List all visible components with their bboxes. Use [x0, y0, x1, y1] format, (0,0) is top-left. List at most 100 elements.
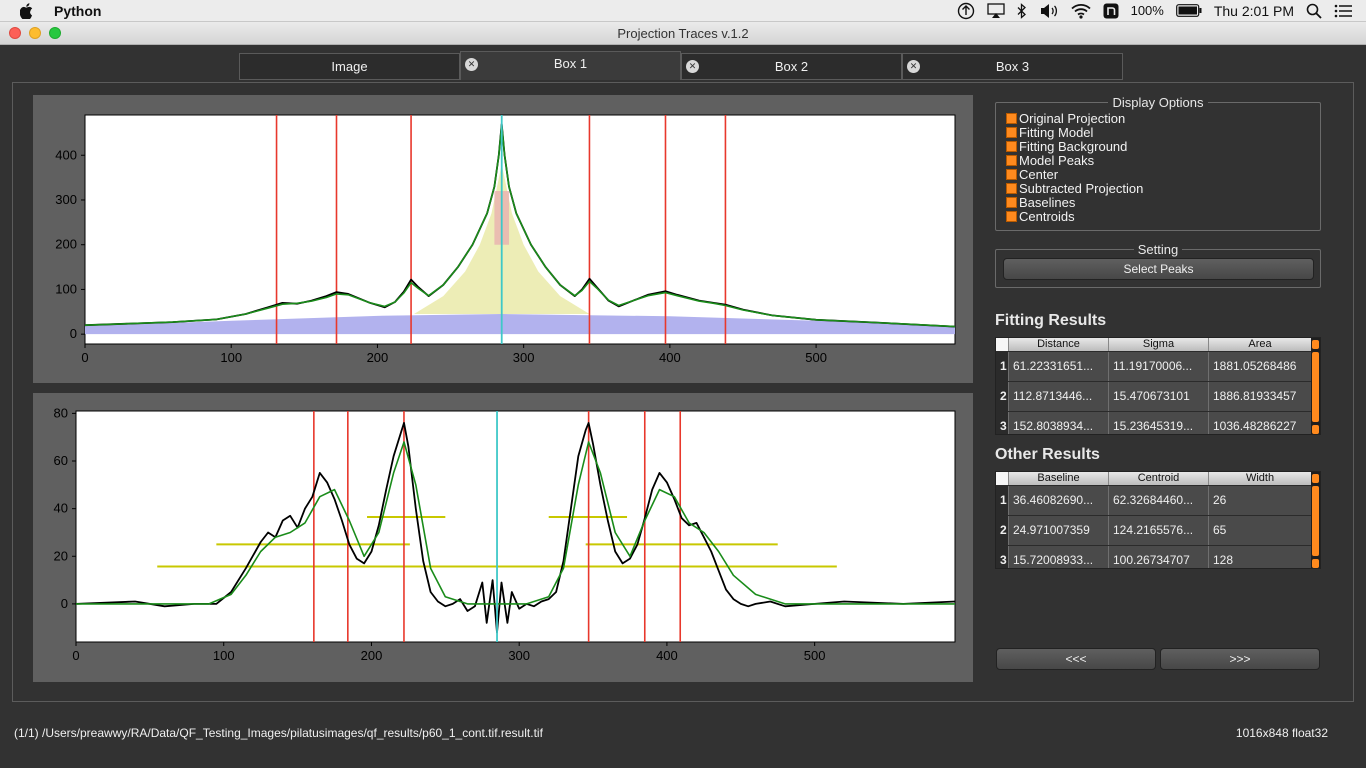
table-row[interactable]: 3 152.8038934... 15.23645319... 1036.482862… [996, 412, 1312, 434]
display-options-title: Display Options [1108, 95, 1208, 110]
table-cell[interactable]: 1881.05268486 [1209, 352, 1312, 381]
row-header[interactable]: 2 [996, 516, 1009, 545]
spotlight-search-icon[interactable] [1306, 0, 1322, 22]
scroll-up-icon[interactable] [1312, 474, 1319, 483]
table-corner[interactable] [996, 338, 1009, 351]
table-cell[interactable]: 152.8038934... [1009, 412, 1109, 434]
table-cell[interactable]: 24.971007359 [1009, 516, 1109, 545]
table-cell[interactable]: 65 [1209, 516, 1312, 545]
display-option-centroids[interactable]: Centroids [1006, 209, 1143, 224]
vertical-scrollbar[interactable] [1311, 338, 1320, 434]
projection-chart[interactable]: 0 100 200 300 400 500 0 100 200 300 400 [33, 95, 973, 383]
checkbox[interactable] [1006, 168, 1017, 180]
tab-box-1[interactable]: ✕ Box 1 [460, 51, 681, 80]
row-header[interactable]: 1 [996, 352, 1009, 381]
close-tab-icon[interactable]: ✕ [907, 60, 920, 73]
y-tick-label: 100 [55, 281, 77, 296]
table-cell[interactable]: 26 [1209, 486, 1312, 515]
table-row[interactable]: 3 15.72008933... 100.26734707 128 [996, 546, 1312, 568]
display-option-baselines[interactable]: Baselines [1006, 195, 1143, 210]
table-cell[interactable]: 61.22331651... [1009, 352, 1109, 381]
wifi-icon[interactable] [1070, 0, 1091, 22]
checkbox[interactable] [1006, 196, 1017, 208]
x-tick-label: 200 [361, 648, 383, 663]
clock[interactable]: Thu 2:01 PM [1214, 0, 1294, 22]
other-results-table[interactable]: Baseline Centroid Width 1 36.46082690... 62.3… [995, 471, 1321, 569]
subtracted-plot-panel: 0 100 200 300 400 500 0 20 40 60 80 [33, 393, 973, 682]
checkbox[interactable] [1006, 112, 1017, 124]
table-corner[interactable] [996, 472, 1009, 485]
zoom-window-button[interactable] [49, 27, 61, 39]
column-header[interactable]: Baseline [1009, 472, 1109, 485]
table-row[interactable]: 1 36.46082690... 62.32684460... 26 [996, 486, 1312, 515]
vertical-scrollbar[interactable] [1311, 472, 1320, 568]
table-cell[interactable]: 1036.48286227 [1209, 412, 1312, 434]
table-row[interactable]: 2 112.8713446... 15.470673101 1886.81933457 [996, 382, 1312, 411]
select-peaks-button[interactable]: Select Peaks [1003, 258, 1314, 280]
scroll-down-icon[interactable] [1312, 559, 1319, 568]
table-cell[interactable]: 15.72008933... [1009, 546, 1109, 568]
table-cell[interactable]: 15.470673101 [1109, 382, 1209, 411]
volume-icon[interactable] [1039, 0, 1059, 22]
display-option-center[interactable]: Center [1006, 166, 1143, 182]
sync-icon[interactable] [957, 0, 975, 22]
table-cell[interactable]: 15.23645319... [1109, 412, 1209, 434]
table-row[interactable]: 1 61.22331651... 11.19170006... 1881.052684… [996, 352, 1312, 381]
battery-percent[interactable]: 100% [1131, 0, 1164, 22]
scrollbar-thumb[interactable] [1312, 486, 1319, 556]
scrollbar-thumb[interactable] [1312, 352, 1319, 422]
column-header[interactable]: Width [1209, 472, 1312, 485]
table-cell[interactable]: 128 [1209, 546, 1312, 568]
checkbox[interactable] [1006, 154, 1017, 166]
app-name-menu[interactable]: Python [54, 3, 101, 19]
table-cell[interactable]: 124.2165576... [1109, 516, 1209, 545]
table-row[interactable]: 2 24.971007359 124.2165576... 65 [996, 516, 1312, 545]
table-cell[interactable]: 1886.81933457 [1209, 382, 1312, 411]
checkbox[interactable] [1006, 182, 1017, 194]
table-cell[interactable]: 62.32684460... [1109, 486, 1209, 515]
display-option-label: Center [1019, 166, 1059, 182]
next-button[interactable]: >>> [1160, 648, 1320, 670]
subtracted-chart[interactable]: 0 100 200 300 400 500 0 20 40 60 80 [33, 393, 973, 682]
display-option-model-peaks[interactable]: Model Peaks [1006, 152, 1143, 168]
checkbox[interactable] [1006, 210, 1017, 222]
table-cell[interactable]: 112.8713446... [1009, 382, 1109, 411]
column-header[interactable]: Centroid [1109, 472, 1209, 485]
close-tab-icon[interactable]: ✕ [465, 58, 478, 71]
row-header[interactable]: 3 [996, 546, 1009, 568]
row-header[interactable]: 1 [996, 486, 1009, 515]
display-option-subtracted-projection[interactable]: Subtracted Projection [1006, 181, 1143, 196]
tab-bar: Image ✕ Box 1 ✕ Box 2 ✕ Box 3 [239, 51, 1123, 82]
column-header[interactable]: Distance [1009, 338, 1109, 351]
tab-box-3[interactable]: ✕ Box 3 [902, 53, 1123, 80]
close-window-button[interactable] [9, 27, 21, 39]
bluetooth-icon[interactable] [1017, 0, 1027, 22]
fitting-results-table[interactable]: Distance Sigma Area 1 61.22331651... 11.19170… [995, 337, 1321, 435]
row-header[interactable]: 2 [996, 382, 1009, 411]
checkbox[interactable] [1006, 126, 1017, 138]
scroll-up-icon[interactable] [1312, 340, 1319, 349]
scroll-down-icon[interactable] [1312, 425, 1319, 434]
display-option-label: Model Peaks [1019, 152, 1095, 168]
minimize-window-button[interactable] [29, 27, 41, 39]
table-cell[interactable]: 36.46082690... [1009, 486, 1109, 515]
previous-button[interactable]: <<< [996, 648, 1156, 670]
column-header[interactable]: Area [1209, 338, 1312, 351]
tab-image[interactable]: Image [239, 53, 460, 80]
airplay-icon[interactable] [986, 0, 1005, 22]
column-header[interactable]: Sigma [1109, 338, 1209, 351]
display-option-fitting-background[interactable]: Fitting Background [1006, 139, 1143, 154]
display-option-original-projection[interactable]: Original Projection [1006, 111, 1143, 126]
display-option-fitting-model[interactable]: Fitting Model [1006, 124, 1143, 140]
table-cell[interactable]: 11.19170006... [1109, 352, 1209, 381]
table-cell[interactable]: 100.26734707 [1109, 546, 1209, 568]
tab-box-2[interactable]: ✕ Box 2 [681, 53, 902, 80]
row-header[interactable]: 3 [996, 412, 1009, 434]
display-option-label: Fitting Model [1019, 124, 1094, 140]
app-status-icon[interactable] [1103, 0, 1119, 22]
apple-icon[interactable] [20, 2, 34, 19]
checkbox[interactable] [1006, 140, 1017, 152]
close-tab-icon[interactable]: ✕ [686, 60, 699, 73]
battery-icon[interactable] [1175, 0, 1202, 22]
notification-center-icon[interactable] [1334, 0, 1352, 22]
